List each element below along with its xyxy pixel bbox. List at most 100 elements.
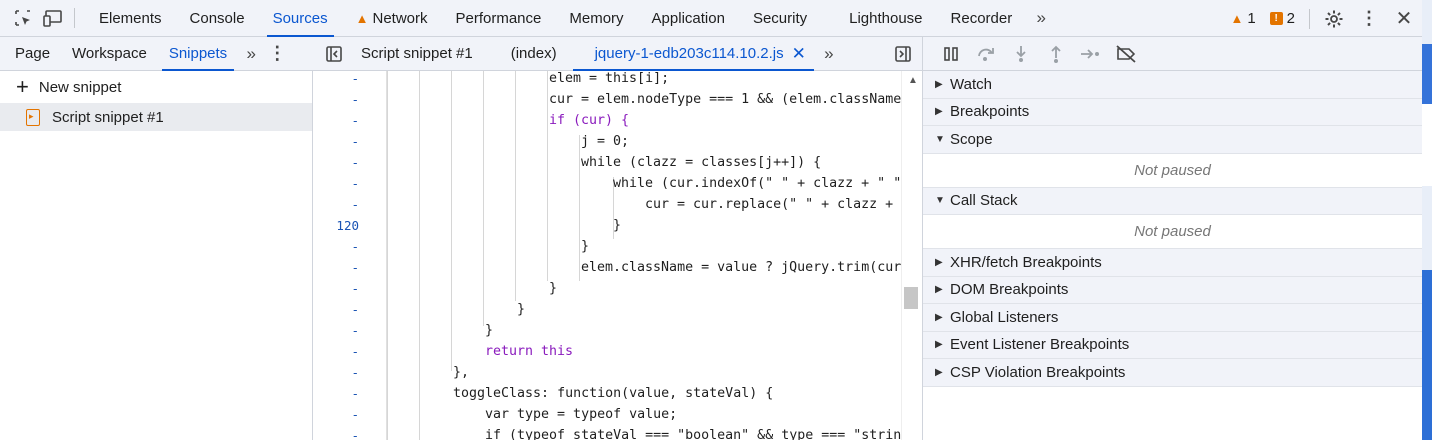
global-listeners-section-header[interactable]: ▶ Global Listeners <box>923 304 1422 332</box>
nav-tab-label: Workspace <box>72 45 147 62</box>
nav-tab-page[interactable]: Page <box>0 37 61 71</box>
event-listener-breakpoints-section-header[interactable]: ▶ Event Listener Breakpoints <box>923 331 1422 359</box>
tab-security[interactable]: Security <box>739 0 821 37</box>
expand-arrow-icon: ▶ <box>935 284 943 296</box>
line-number: - <box>351 239 359 254</box>
step-out-icon[interactable] <box>1038 39 1073 69</box>
navigator-menu-icon[interactable]: ⋮ <box>264 39 290 69</box>
editor-tab-index[interactable]: (index) <box>485 37 569 71</box>
indent-guide <box>579 135 580 281</box>
toggle-navigator-icon[interactable] <box>319 39 349 69</box>
line-number: - <box>351 113 359 128</box>
code-line: elem = this[i]; <box>549 71 670 86</box>
pause-resume-icon[interactable] <box>933 39 968 69</box>
editor-tab-script-snippet[interactable]: Script snippet #1 <box>349 37 485 71</box>
indent-guide <box>547 71 548 281</box>
main-toolbar: Elements Console Sources ▲ Network Perfor… <box>0 0 1422 37</box>
section-title: Watch <box>950 75 992 93</box>
indent-guide <box>483 71 484 326</box>
scope-section-header[interactable]: ▼ Scope <box>923 126 1422 154</box>
step-into-icon[interactable] <box>1003 39 1038 69</box>
toggle-debugger-sidebar-icon[interactable] <box>888 39 918 69</box>
editor-tab-label: Script snippet #1 <box>361 45 473 62</box>
scope-not-paused: Not paused <box>923 154 1422 188</box>
csp-violation-breakpoints-section-header[interactable]: ▶ CSP Violation Breakpoints <box>923 359 1422 387</box>
section-title: Event Listener Breakpoints <box>950 336 1130 354</box>
section-title: Global Listeners <box>950 308 1059 326</box>
breakpoints-section-header[interactable]: ▶ Breakpoints <box>923 98 1422 126</box>
scroll-up-arrow-icon[interactable]: ▲ <box>908 75 918 86</box>
navigator-tabbar: Page Workspace Snippets » ⋮ <box>0 37 313 71</box>
tab-performance[interactable]: Performance <box>442 0 556 37</box>
tab-label: Sources <box>272 9 328 27</box>
dom-breakpoints-section-header[interactable]: ▶ DOM Breakpoints <box>923 276 1422 304</box>
line-number: - <box>351 386 359 401</box>
watch-section-header[interactable]: ▶ Watch <box>923 71 1422 99</box>
warnings-badge[interactable]: ▲ 1 <box>1230 10 1255 27</box>
tab-sources[interactable]: Sources <box>259 0 342 37</box>
section-title: Scope <box>950 130 993 148</box>
nav-tab-label: Snippets <box>168 45 228 62</box>
section-title: CSP Violation Breakpoints <box>950 363 1126 381</box>
nav-tab-snippets[interactable]: Snippets <box>158 37 238 71</box>
snippet-item[interactable]: Script snippet #1 <box>0 103 312 131</box>
code-editor[interactable]: - - - - - - - 120 - - - - - - - - - - el… <box>313 71 922 440</box>
call-stack-section-header[interactable]: ▼ Call Stack <box>923 187 1422 215</box>
tab-label: Network <box>372 9 428 27</box>
line-number-gutter[interactable]: - - - - - - - 120 - - - - - - - - - - <box>313 71 387 440</box>
scrollbar-thumb[interactable] <box>904 287 918 309</box>
close-icon[interactable]: ✕ <box>1386 4 1422 34</box>
step-over-icon[interactable] <box>968 39 1003 69</box>
debugger-toolbar <box>922 37 1422 71</box>
tab-memory[interactable]: Memory <box>555 0 637 37</box>
editor-tab-jquery[interactable]: jquery-1-edb203c114.10.2.js ✕ <box>569 37 818 71</box>
issues-badge[interactable]: ! 2 <box>1269 10 1295 27</box>
expand-arrow-icon: ▶ <box>935 339 943 351</box>
line-number: - <box>351 428 359 440</box>
close-tab-icon[interactable]: ✕ <box>792 44 806 64</box>
more-nav-tabs-chevron-icon[interactable]: » <box>238 39 264 69</box>
code-line: cur = cur.replace(" " + clazz + <box>645 197 894 212</box>
code-area[interactable]: elem = this[i]; cur = elem.nodeType === … <box>387 71 901 440</box>
tab-label: Memory <box>569 9 624 27</box>
section-title: DOM Breakpoints <box>950 281 1069 299</box>
settings-gear-icon[interactable] <box>1316 4 1352 34</box>
section-title: Breakpoints <box>950 103 1030 121</box>
snippet-label: Script snippet #1 <box>52 108 164 126</box>
collapse-arrow-icon: ▼ <box>935 133 945 145</box>
line-number: - <box>351 344 359 359</box>
step-icon[interactable] <box>1073 39 1108 69</box>
code-line: toggleClass: function(value, stateVal) { <box>453 386 774 401</box>
tab-lighthouse[interactable]: Lighthouse <box>835 0 936 37</box>
new-snippet-label: New snippet <box>38 78 122 96</box>
tab-elements[interactable]: Elements <box>85 0 176 37</box>
issue-icon: ! <box>1269 12 1283 25</box>
editor-scrollbar[interactable]: ▲ <box>901 71 922 440</box>
new-snippet-button[interactable]: + New snippet <box>0 71 312 103</box>
inspect-element-icon[interactable] <box>8 3 38 33</box>
code-line: var type = typeof value; <box>485 407 678 422</box>
xhr-breakpoints-section-header[interactable]: ▶ XHR/fetch Breakpoints <box>923 249 1422 277</box>
tab-application[interactable]: Application <box>638 0 739 37</box>
call-stack-not-paused: Not paused <box>923 215 1422 249</box>
line-number: 120 <box>336 218 359 233</box>
tab-console[interactable]: Console <box>176 0 259 37</box>
tab-recorder[interactable]: Recorder <box>937 0 1027 37</box>
tab-network[interactable]: ▲ Network <box>342 0 442 37</box>
editor-tab-label: jquery-1-edb203c114.10.2.js <box>594 45 784 62</box>
tab-label: Lighthouse <box>849 9 923 27</box>
code-line: } <box>613 218 622 233</box>
customize-menu-icon[interactable]: ⋮ <box>1352 4 1386 34</box>
more-editor-tabs-chevron-icon[interactable]: » <box>818 39 840 69</box>
plus-icon: + <box>16 74 29 99</box>
warnings-count: 1 <box>1247 10 1256 27</box>
line-number: - <box>351 197 359 212</box>
device-toolbar-icon[interactable] <box>38 3 68 33</box>
nav-tab-label: Page <box>15 45 51 62</box>
code-line: } <box>549 281 558 296</box>
deactivate-breakpoints-icon[interactable] <box>1108 39 1143 69</box>
toolbar-divider <box>1309 8 1310 29</box>
more-tabs-chevron-icon[interactable]: » <box>1026 3 1056 33</box>
issues-count: 2 <box>1286 10 1295 27</box>
nav-tab-workspace[interactable]: Workspace <box>61 37 158 71</box>
